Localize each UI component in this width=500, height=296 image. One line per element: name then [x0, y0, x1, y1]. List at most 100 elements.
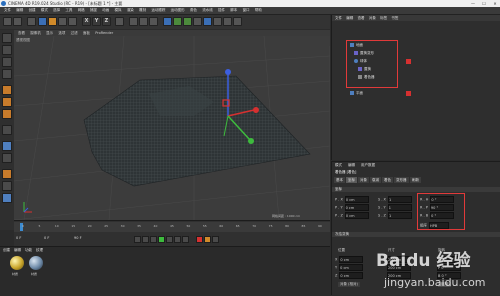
menu-pipeline[interactable]: 流水线 — [202, 7, 213, 14]
edges-mode-icon[interactable] — [2, 97, 12, 107]
texture-mode-icon[interactable] — [2, 57, 12, 67]
record-icon[interactable] — [196, 236, 203, 243]
snap-icon[interactable] — [2, 153, 12, 163]
pos-z-input[interactable]: 0 cm — [339, 272, 364, 279]
menu-mograph[interactable]: 运动图形 — [171, 7, 185, 14]
menu-motion-tracker[interactable]: 运动跟踪 — [151, 7, 165, 14]
next-key-icon[interactable] — [174, 236, 181, 243]
close-button[interactable]: ✕ — [490, 0, 500, 7]
sy-input[interactable]: 1 — [387, 204, 412, 211]
pos-y-input[interactable]: 0 cm — [339, 264, 364, 271]
undo-icon[interactable] — [3, 17, 12, 26]
menu-edit[interactable]: 编辑 — [16, 7, 23, 14]
current-frame-field[interactable]: 0 F — [16, 236, 21, 240]
obj-menu-objects[interactable]: 对象 — [369, 15, 376, 21]
coord-mode-select[interactable]: 对象 (相对) — [338, 282, 360, 287]
menu-plugins[interactable]: 插件 — [218, 7, 225, 14]
recent-tool-icon[interactable] — [68, 17, 77, 26]
goto-start-icon[interactable] — [134, 236, 141, 243]
menu-window[interactable]: 窗口 — [243, 7, 250, 14]
floor-scene-icon[interactable] — [213, 17, 222, 26]
menu-file[interactable]: 文件 — [4, 7, 11, 14]
menu-simulate[interactable]: 模拟 — [115, 7, 122, 14]
menu-select[interactable]: 选择 — [53, 7, 60, 14]
coordinate-system-icon[interactable] — [115, 17, 124, 26]
render-picture-viewer-icon[interactable] — [139, 17, 148, 26]
menu-help[interactable]: 帮助 — [255, 7, 262, 14]
autokey-icon[interactable] — [204, 236, 211, 243]
cube-icon[interactable] — [163, 17, 172, 26]
material-ball-2[interactable] — [29, 256, 43, 270]
z-axis-lock-button[interactable]: Z — [102, 17, 111, 26]
attr-tab-deformer[interactable]: 变形器 — [394, 177, 409, 183]
start-frame-field[interactable]: 0 F — [44, 236, 49, 240]
prev-key-icon[interactable] — [142, 236, 149, 243]
obj-menu-edit[interactable]: 编辑 — [346, 15, 353, 21]
menu-script[interactable]: 脚本 — [230, 7, 237, 14]
render-view-icon[interactable] — [129, 17, 138, 26]
subdivision-icon[interactable] — [183, 17, 192, 26]
attr-tab-falloff[interactable]: 衰减 — [370, 177, 381, 183]
end-frame-field[interactable]: 90 F — [74, 236, 82, 240]
select-arrow-icon[interactable] — [27, 17, 36, 26]
tweak-mode-icon[interactable] — [2, 141, 12, 151]
obj-menu-view[interactable]: 查看 — [358, 15, 365, 21]
goto-end-icon[interactable] — [182, 236, 189, 243]
deformer-icon[interactable] — [203, 17, 212, 26]
object-row-plane[interactable]: 平面 — [350, 90, 363, 96]
material-tag-icon[interactable] — [406, 91, 411, 96]
workplane-icon[interactable] — [2, 69, 12, 79]
pen-spline-icon[interactable] — [173, 17, 182, 26]
solo-mode-icon[interactable] — [2, 181, 12, 191]
attr-tab-refresh[interactable]: 刷新 — [410, 177, 421, 183]
menu-tools[interactable]: 工具 — [65, 7, 72, 14]
keyframe-selection-icon[interactable] — [212, 236, 219, 243]
light-icon[interactable] — [233, 17, 242, 26]
mat-menu-create[interactable]: 创建 — [3, 248, 10, 253]
maximize-button[interactable]: ☐ — [479, 0, 489, 7]
menu-mesh[interactable]: 网格 — [78, 7, 85, 14]
menu-animate[interactable]: 动画 — [102, 7, 109, 14]
menu-render[interactable]: 渲染 — [127, 7, 134, 14]
polygons-mode-icon[interactable] — [2, 109, 12, 119]
scale-tool-icon[interactable] — [48, 17, 57, 26]
freeze-section-bar[interactable] — [332, 232, 500, 237]
x-axis-lock-button[interactable]: X — [82, 17, 91, 26]
attr-tab-shading[interactable]: 着色 — [382, 177, 393, 183]
make-editable-icon[interactable] — [2, 33, 12, 43]
menu-character[interactable]: 角色 — [190, 7, 197, 14]
obj-menu-file[interactable]: 文件 — [335, 15, 342, 21]
attr-tab-object[interactable]: 对象 — [358, 177, 369, 183]
attr-menu-mode[interactable]: 模式 — [335, 163, 342, 168]
px-input[interactable]: 0 cm — [344, 196, 369, 203]
points-mode-icon[interactable] — [2, 85, 12, 95]
axis-mode-icon[interactable] — [2, 125, 12, 135]
play-icon[interactable] — [158, 236, 165, 243]
prev-frame-icon[interactable] — [150, 236, 157, 243]
y-axis-lock-button[interactable]: Y — [92, 17, 101, 26]
mat-menu-function[interactable]: 功能 — [25, 248, 32, 253]
attr-tab-basic[interactable]: 基本 — [334, 177, 345, 183]
viewport-perspective[interactable]: 查看 摄像机 显示 选项 过滤 面板 ProRender 透视视图 网格间距:… — [14, 30, 330, 220]
mat-menu-edit[interactable]: 编辑 — [14, 248, 21, 253]
pz-input[interactable]: 0 cm — [344, 212, 369, 219]
tag-icon[interactable] — [406, 59, 411, 64]
obj-menu-bookmarks[interactable]: 书签 — [391, 15, 398, 21]
next-frame-icon[interactable] — [166, 236, 173, 243]
pos-x-input[interactable]: 0 cm — [339, 256, 364, 263]
minimize-button[interactable]: — — [468, 0, 478, 7]
render-settings-icon[interactable] — [149, 17, 158, 26]
attr-menu-userdata[interactable]: 用户数据 — [361, 163, 375, 168]
array-icon[interactable] — [193, 17, 202, 26]
menu-sculpt[interactable]: 雕刻 — [139, 7, 146, 14]
sx-input[interactable]: 1 — [387, 196, 412, 203]
grid-icon[interactable] — [2, 193, 12, 203]
menu-mode[interactable]: 模式 — [41, 7, 48, 14]
menu-snap[interactable]: 捕捉 — [90, 7, 97, 14]
attr-tab-coord[interactable]: 坐标 — [346, 177, 357, 183]
redo-icon[interactable] — [13, 17, 22, 26]
py-input[interactable]: 0 cm — [344, 204, 369, 211]
sz-input[interactable]: 1 — [387, 212, 412, 219]
obj-menu-tags[interactable]: 标签 — [380, 15, 387, 21]
model-mode-icon[interactable] — [2, 45, 12, 55]
